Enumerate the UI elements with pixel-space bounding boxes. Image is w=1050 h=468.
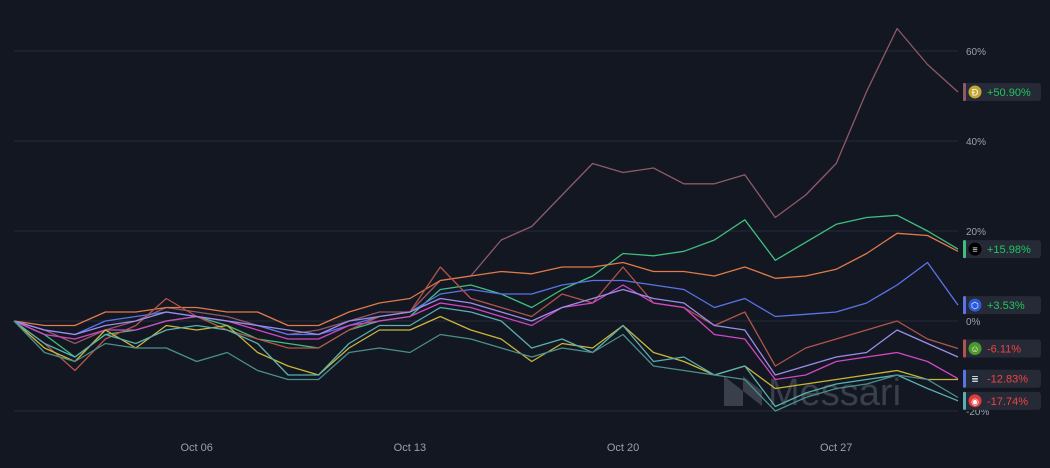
series-line (13, 284, 959, 381)
y-tick-label: 20% (966, 227, 986, 238)
value-tag: ≣ -12.83% (963, 369, 1041, 388)
value-tag-text: -6.11% (987, 343, 1021, 355)
y-tick-label: 40% (966, 137, 986, 148)
value-tag-text: +15.98% (987, 244, 1031, 256)
value-tag-edge (963, 296, 966, 315)
legend-tags: Ð +50.90% ≡ +15.98% ⬡ +3.53% ☺ -6.11% ≣ -12.83% ◉ -… (963, 82, 1041, 410)
series-line (13, 214, 959, 358)
x-axis-tick-labels: Oct 06 Oct 13 Oct 20 Oct 27 (181, 442, 853, 454)
value-tag-text: +3.53% (987, 300, 1025, 312)
series-lines (13, 27, 959, 412)
value-tag-text: +50.90% (987, 87, 1031, 99)
value-tag: Ð +50.90% (963, 82, 1041, 101)
value-tag-edge (963, 391, 966, 410)
line-chart: Messari 60%40%20%0%-20% Oct 06 Oct 13 Oct … (13, 27, 1041, 454)
token-icon-glyph: ☺ (970, 344, 979, 354)
series-line (13, 266, 959, 372)
x-tick-label: Oct 20 (607, 442, 639, 454)
grid-lines (14, 50, 958, 412)
x-tick-label: Oct 13 (394, 442, 426, 454)
value-tag: ⬡ +3.53% (963, 296, 1041, 315)
token-icon-glyph: ◉ (971, 396, 979, 406)
value-tag-edge (963, 369, 966, 388)
chart-container: Messari 60% 40% 20% 0% -20% Oct 06 Oct 13 Oct … (0, 0, 1050, 463)
value-tag-edge (963, 240, 966, 259)
token-icon-glyph: ⬡ (971, 301, 979, 311)
y-axis-tick-labels: 60%40%20%0%-20% (966, 47, 989, 418)
value-tag: ◉ -17.74% (963, 391, 1041, 410)
watermark-text: Messari (768, 372, 901, 414)
value-tag: ≡ +15.98% (963, 240, 1041, 259)
x-tick-label: Oct 27 (820, 442, 852, 454)
value-tag-text: -17.74% (987, 396, 1028, 408)
value-tag-text: -12.83% (987, 374, 1028, 386)
value-tag-edge (963, 82, 966, 101)
token-icon-glyph: ≣ (971, 374, 979, 384)
y-tick-label: 0% (966, 317, 981, 328)
series-line (13, 27, 959, 345)
token-icon-glyph: ≡ (972, 245, 977, 255)
value-tag: ☺ -6.11% (963, 339, 1041, 358)
token-icon-glyph: Ð (972, 87, 979, 97)
y-tick-label: 60% (966, 47, 986, 58)
value-tag-edge (963, 339, 966, 358)
x-tick-label: Oct 06 (181, 442, 213, 454)
